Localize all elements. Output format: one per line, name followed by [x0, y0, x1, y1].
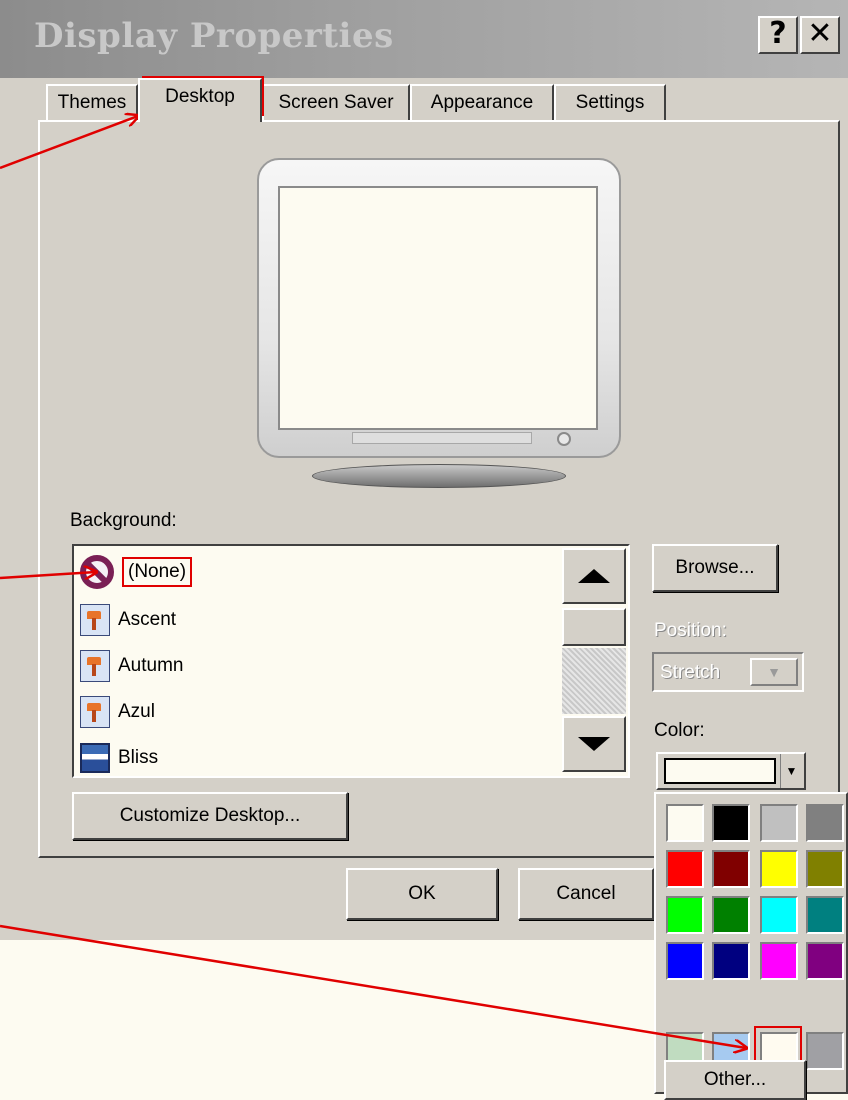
tab-desktop[interactable]: Desktop [138, 78, 262, 122]
scrollbar-track[interactable] [562, 648, 626, 714]
wallpaper-image-icon [80, 604, 110, 636]
color-swatch[interactable] [806, 942, 844, 980]
customize-desktop-button[interactable]: Customize Desktop... [72, 792, 348, 840]
color-swatch[interactable] [712, 850, 750, 888]
wallpaper-image-icon [80, 650, 110, 682]
other-color-button[interactable]: Other... [664, 1060, 806, 1100]
list-item-label: Bliss [118, 747, 159, 768]
chevron-down-icon: ▼ [750, 658, 798, 686]
monitor-preview-screen [278, 186, 598, 430]
list-item-label: (None) [122, 557, 193, 587]
position-select[interactable]: Stretch ▼ [652, 652, 804, 692]
color-swatch[interactable] [806, 1032, 844, 1070]
cancel-button[interactable]: Cancel [518, 868, 654, 920]
list-item-label: Autumn [118, 655, 184, 676]
list-item-label: Azul [118, 701, 155, 722]
browse-button[interactable]: Browse... [652, 544, 778, 592]
color-swatch[interactable] [806, 896, 844, 934]
arrow-to-selected-swatch [0, 924, 746, 1048]
color-swatch[interactable] [760, 850, 798, 888]
scroll-up-button[interactable] [562, 548, 626, 604]
background-label: Background: [70, 510, 177, 531]
tab-screen-saver[interactable]: Screen Saver [262, 84, 410, 120]
color-swatch[interactable] [712, 942, 750, 980]
no-background-icon [80, 555, 114, 589]
color-swatch[interactable] [760, 804, 798, 842]
scrollbar-thumb[interactable] [562, 608, 626, 646]
color-label: Color: [654, 720, 705, 741]
color-swatch[interactable] [666, 850, 704, 888]
position-label: Position: [654, 620, 727, 641]
color-swatch[interactable] [666, 804, 704, 842]
color-palette-popup: Other... [654, 792, 848, 1100]
bliss-image-icon [80, 743, 110, 773]
color-swatch[interactable] [666, 942, 704, 980]
list-item-label: Ascent [118, 609, 177, 630]
tab-themes[interactable]: Themes [46, 84, 138, 120]
wallpaper-image-icon [80, 696, 110, 728]
close-button[interactable]: ✕ [800, 16, 840, 54]
triangle-up-icon [578, 569, 610, 583]
list-item-bliss[interactable]: Bliss [80, 736, 159, 776]
close-icon: ✕ [807, 16, 833, 51]
monitor-stand [312, 464, 566, 488]
color-swatch[interactable] [760, 942, 798, 980]
tab-appearance[interactable]: Appearance [410, 84, 554, 120]
window-title: Display Properties [34, 16, 394, 56]
color-picker-button[interactable]: ▼ [656, 752, 806, 790]
chevron-down-icon: ▼ [780, 754, 802, 788]
list-item-azul[interactable]: Azul [80, 690, 155, 734]
help-button[interactable]: ? [758, 16, 798, 54]
color-swatch[interactable] [806, 850, 844, 888]
current-color-swatch [664, 758, 776, 784]
color-swatch[interactable] [712, 896, 750, 934]
color-swatch[interactable] [760, 896, 798, 934]
help-icon: ? [769, 16, 787, 51]
color-swatch[interactable] [712, 804, 750, 842]
color-swatch[interactable] [666, 896, 704, 934]
monitor-vent [352, 432, 532, 444]
color-swatch[interactable] [806, 804, 844, 842]
scroll-down-button[interactable] [562, 716, 626, 772]
background-list[interactable]: (None) Ascent Autumn Azul Bliss [72, 544, 630, 778]
list-item-none[interactable]: (None) [80, 550, 193, 594]
ok-button[interactable]: OK [346, 868, 498, 920]
position-value: Stretch [660, 662, 721, 683]
list-item-autumn[interactable]: Autumn [80, 644, 183, 688]
monitor-power-led [557, 432, 571, 446]
title-bar: Display Properties ? ✕ [0, 0, 848, 78]
tab-settings[interactable]: Settings [554, 84, 666, 120]
triangle-down-icon [578, 737, 610, 751]
list-item-ascent[interactable]: Ascent [80, 598, 176, 642]
